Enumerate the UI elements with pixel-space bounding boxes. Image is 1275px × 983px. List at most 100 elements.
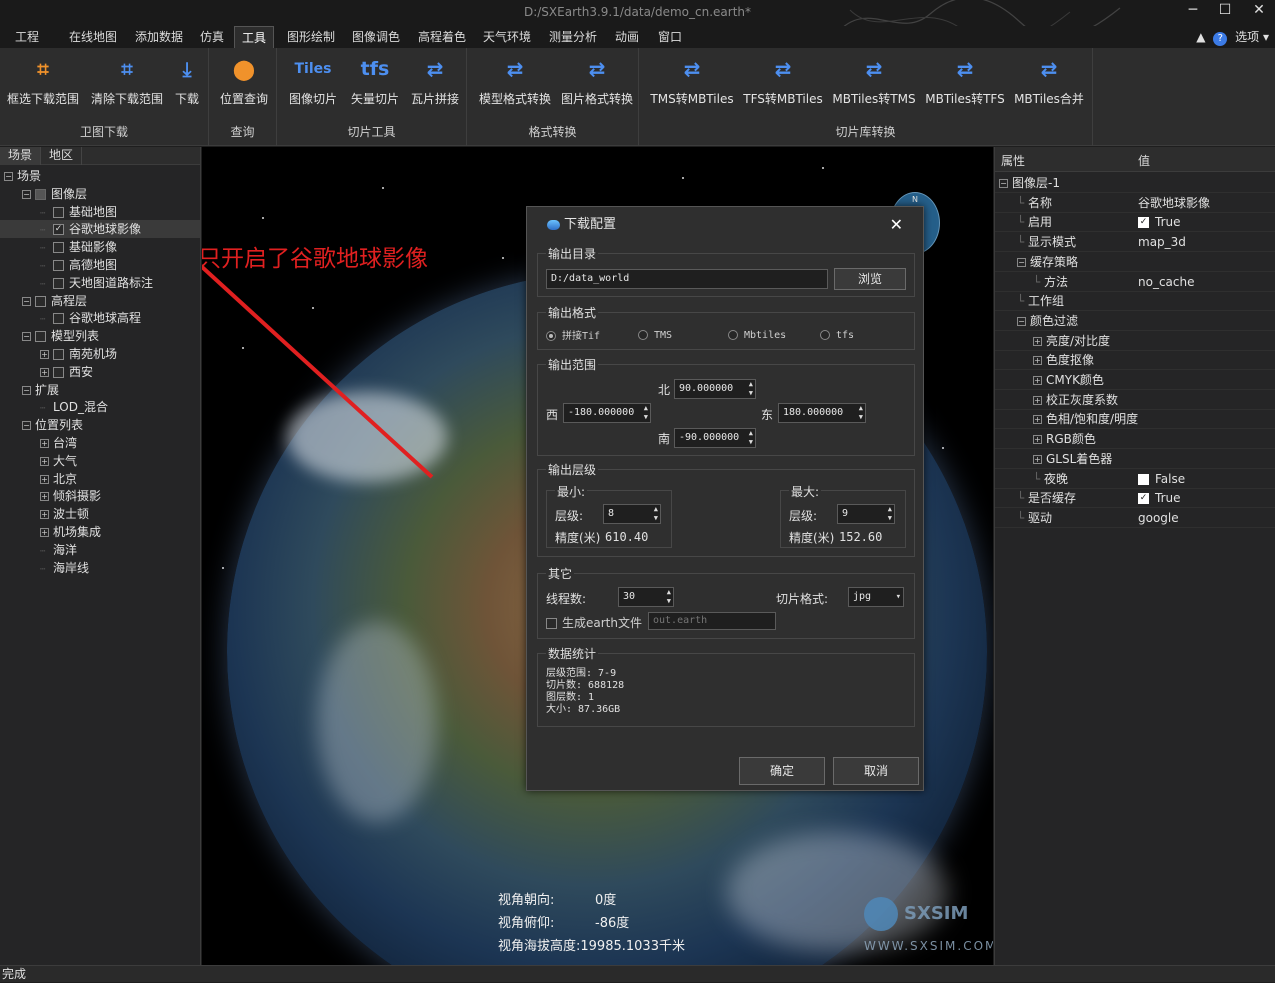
expand-icon[interactable]: + [1033, 415, 1042, 425]
mbtiles-to-tms-button[interactable]: ⇄ MBTiles转TMS [829, 54, 919, 110]
menu-weather[interactable]: 天气环境 [476, 26, 538, 48]
tree-item[interactable]: − 场景 [0, 167, 200, 185]
help-icon[interactable]: ? [1213, 32, 1228, 46]
format-option-tms[interactable]: TMS [638, 327, 672, 341]
collapse-icon[interactable]: − [22, 421, 31, 431]
property-row[interactable]: − 缓存策略 [995, 253, 1275, 272]
chevron-down-icon[interactable]: ▾ [1263, 30, 1269, 44]
checkbox-icon[interactable]: ✓ [53, 224, 64, 236]
property-row[interactable]: + 亮度/对比度 [995, 332, 1275, 351]
property-row[interactable]: − 颜色过滤 [995, 312, 1275, 331]
tree-item[interactable]: ┄ 谷歌地球高程 [0, 309, 200, 327]
tree-item[interactable]: ┄ ✓ 谷歌地球影像 [0, 220, 200, 239]
collapse-icon[interactable]: − [22, 189, 31, 199]
tree-item[interactable]: + 南苑机场 [0, 345, 200, 363]
dialog-close-icon[interactable]: ✕ [890, 215, 903, 234]
property-row[interactable]: └ 是否缓存 ✓ True [995, 489, 1275, 509]
expand-icon[interactable]: + [40, 367, 49, 377]
property-row[interactable]: └ 方法 no_cache [995, 273, 1275, 292]
tree-item[interactable]: ┄ 海洋 [0, 541, 200, 559]
select-download-range-button[interactable]: ⌗ 框选下载范围 [4, 54, 82, 110]
expand-icon[interactable]: + [1033, 336, 1042, 346]
south-input[interactable]: -90.000000 ▲ ▼ [674, 428, 756, 448]
tile-format-select[interactable]: jpg ▾ [848, 587, 904, 607]
mbtiles-to-tfs-button[interactable]: ⇄ MBTiles转TFS [923, 54, 1007, 110]
expand-icon[interactable]: + [1033, 435, 1042, 445]
mbtiles-merge-button[interactable]: ⇄ MBTiles合并 [1009, 54, 1089, 110]
tree-item[interactable]: ┄ 海岸线 [0, 559, 200, 577]
threads-input[interactable]: 30 ▲ ▼ [618, 587, 674, 607]
tree-item[interactable]: + 大气 [0, 452, 200, 470]
spin-icon[interactable]: ▲ ▼ [749, 380, 753, 398]
browse-button[interactable]: 浏览 [834, 268, 906, 290]
menu-graphics-draw[interactable]: 图形绘制 [280, 26, 342, 48]
ok-button[interactable]: 确定 [739, 757, 825, 785]
image-tiling-button[interactable]: Tiles 图像切片 [285, 54, 341, 110]
menu-simulation[interactable]: 仿真 [193, 26, 231, 48]
min-level-input[interactable]: 8 ▲ ▼ [603, 504, 661, 524]
property-row[interactable]: └ 驱动 google [995, 509, 1275, 528]
menu-project[interactable]: 工程 [8, 26, 46, 48]
tree-item[interactable]: + 波士顿 [0, 505, 200, 523]
checkbox-icon[interactable]: ✓ [1138, 217, 1149, 229]
collapse-icon[interactable]: − [4, 172, 13, 181]
expand-icon[interactable]: + [1033, 454, 1042, 464]
expand-icon[interactable]: + [40, 439, 49, 448]
tree-item[interactable]: + 北京 [0, 470, 200, 488]
property-value[interactable]: False [1138, 470, 1185, 489]
expand-icon[interactable]: + [40, 528, 49, 537]
cancel-button[interactable]: 取消 [833, 757, 919, 785]
maximize-button[interactable]: ☐ [1210, 0, 1240, 22]
tree-item[interactable]: − 模型列表 [0, 327, 200, 345]
expand-icon[interactable]: + [40, 474, 49, 484]
tree-item[interactable]: ┄ 高德地图 [0, 256, 200, 274]
menu-tools[interactable]: 工具 [234, 26, 275, 48]
property-row[interactable]: └ 名称 谷歌地球影像 [995, 194, 1275, 213]
spin-icon[interactable]: ▲ ▼ [749, 429, 753, 447]
tfs-to-mbtiles-button[interactable]: ⇄ TFS转MBTiles [739, 54, 827, 110]
expand-icon[interactable]: + [40, 510, 49, 520]
collapse-icon[interactable]: − [1017, 257, 1026, 267]
spin-icon[interactable]: ▲ ▼ [667, 588, 671, 606]
checkbox-icon[interactable] [53, 277, 64, 289]
collapse-icon[interactable]: − [22, 385, 31, 395]
checkbox-icon[interactable] [53, 313, 64, 325]
tree-item[interactable]: ┄ 基础地图 [0, 203, 200, 221]
expand-icon[interactable]: + [1033, 376, 1042, 385]
earth-file-input[interactable] [648, 612, 776, 630]
spin-icon[interactable]: ▲ ▼ [888, 505, 892, 523]
checkbox-icon[interactable] [35, 295, 46, 307]
property-row[interactable]: + 校正灰度系数 [995, 391, 1275, 410]
spin-icon[interactable]: ▲ ▼ [859, 404, 863, 422]
expand-icon[interactable]: + [1033, 395, 1042, 405]
checkbox-icon[interactable] [1138, 473, 1149, 485]
collapse-icon[interactable]: − [999, 179, 1008, 188]
tree-item[interactable]: + 西安 [0, 363, 200, 381]
property-value[interactable]: 谷歌地球影像 [1138, 194, 1210, 213]
property-row[interactable]: └ 夜晚 False [995, 470, 1275, 489]
caret-up-icon[interactable]: ▲ [1196, 30, 1205, 44]
collapse-icon[interactable]: − [1017, 316, 1026, 326]
property-row[interactable]: + CMYK颜色 [995, 371, 1275, 390]
gen-earth-checkbox[interactable]: 生成earth文件 [546, 614, 642, 631]
property-row[interactable]: + GLSL着色器 [995, 450, 1275, 469]
tab-scene[interactable]: 场景 [0, 147, 42, 165]
tree-item[interactable]: − 图像层 [0, 185, 200, 203]
property-row[interactable]: − 图像层-1 [995, 174, 1275, 193]
tree-item[interactable]: + 倾斜摄影 [0, 487, 200, 505]
tile-merge-button[interactable]: ⇄ 瓦片拼接 [407, 54, 463, 110]
property-value[interactable]: no_cache [1138, 273, 1194, 292]
dropdown-caret-icon[interactable]: ▾ [896, 593, 901, 602]
property-row[interactable]: └ 工作组 [995, 292, 1275, 312]
format-option-tif[interactable]: 拼接Tif [546, 327, 600, 342]
expand-icon[interactable]: + [40, 492, 49, 502]
tree-item[interactable]: − 扩展 [0, 381, 200, 399]
tree-item[interactable]: − 位置列表 [0, 416, 200, 434]
model-format-convert-button[interactable]: ⇄ 模型格式转换 [475, 54, 555, 110]
tree-item[interactable]: ┄ 天地图道路标注 [0, 274, 200, 292]
expand-icon[interactable]: + [1033, 356, 1042, 366]
spin-icon[interactable]: ▲ ▼ [654, 505, 658, 523]
close-window-button[interactable]: ✕ [1244, 0, 1274, 22]
format-option-mbtiles[interactable]: Mbtiles [728, 327, 786, 341]
location-query-button[interactable]: ⬤ 位置查询 [217, 54, 271, 110]
